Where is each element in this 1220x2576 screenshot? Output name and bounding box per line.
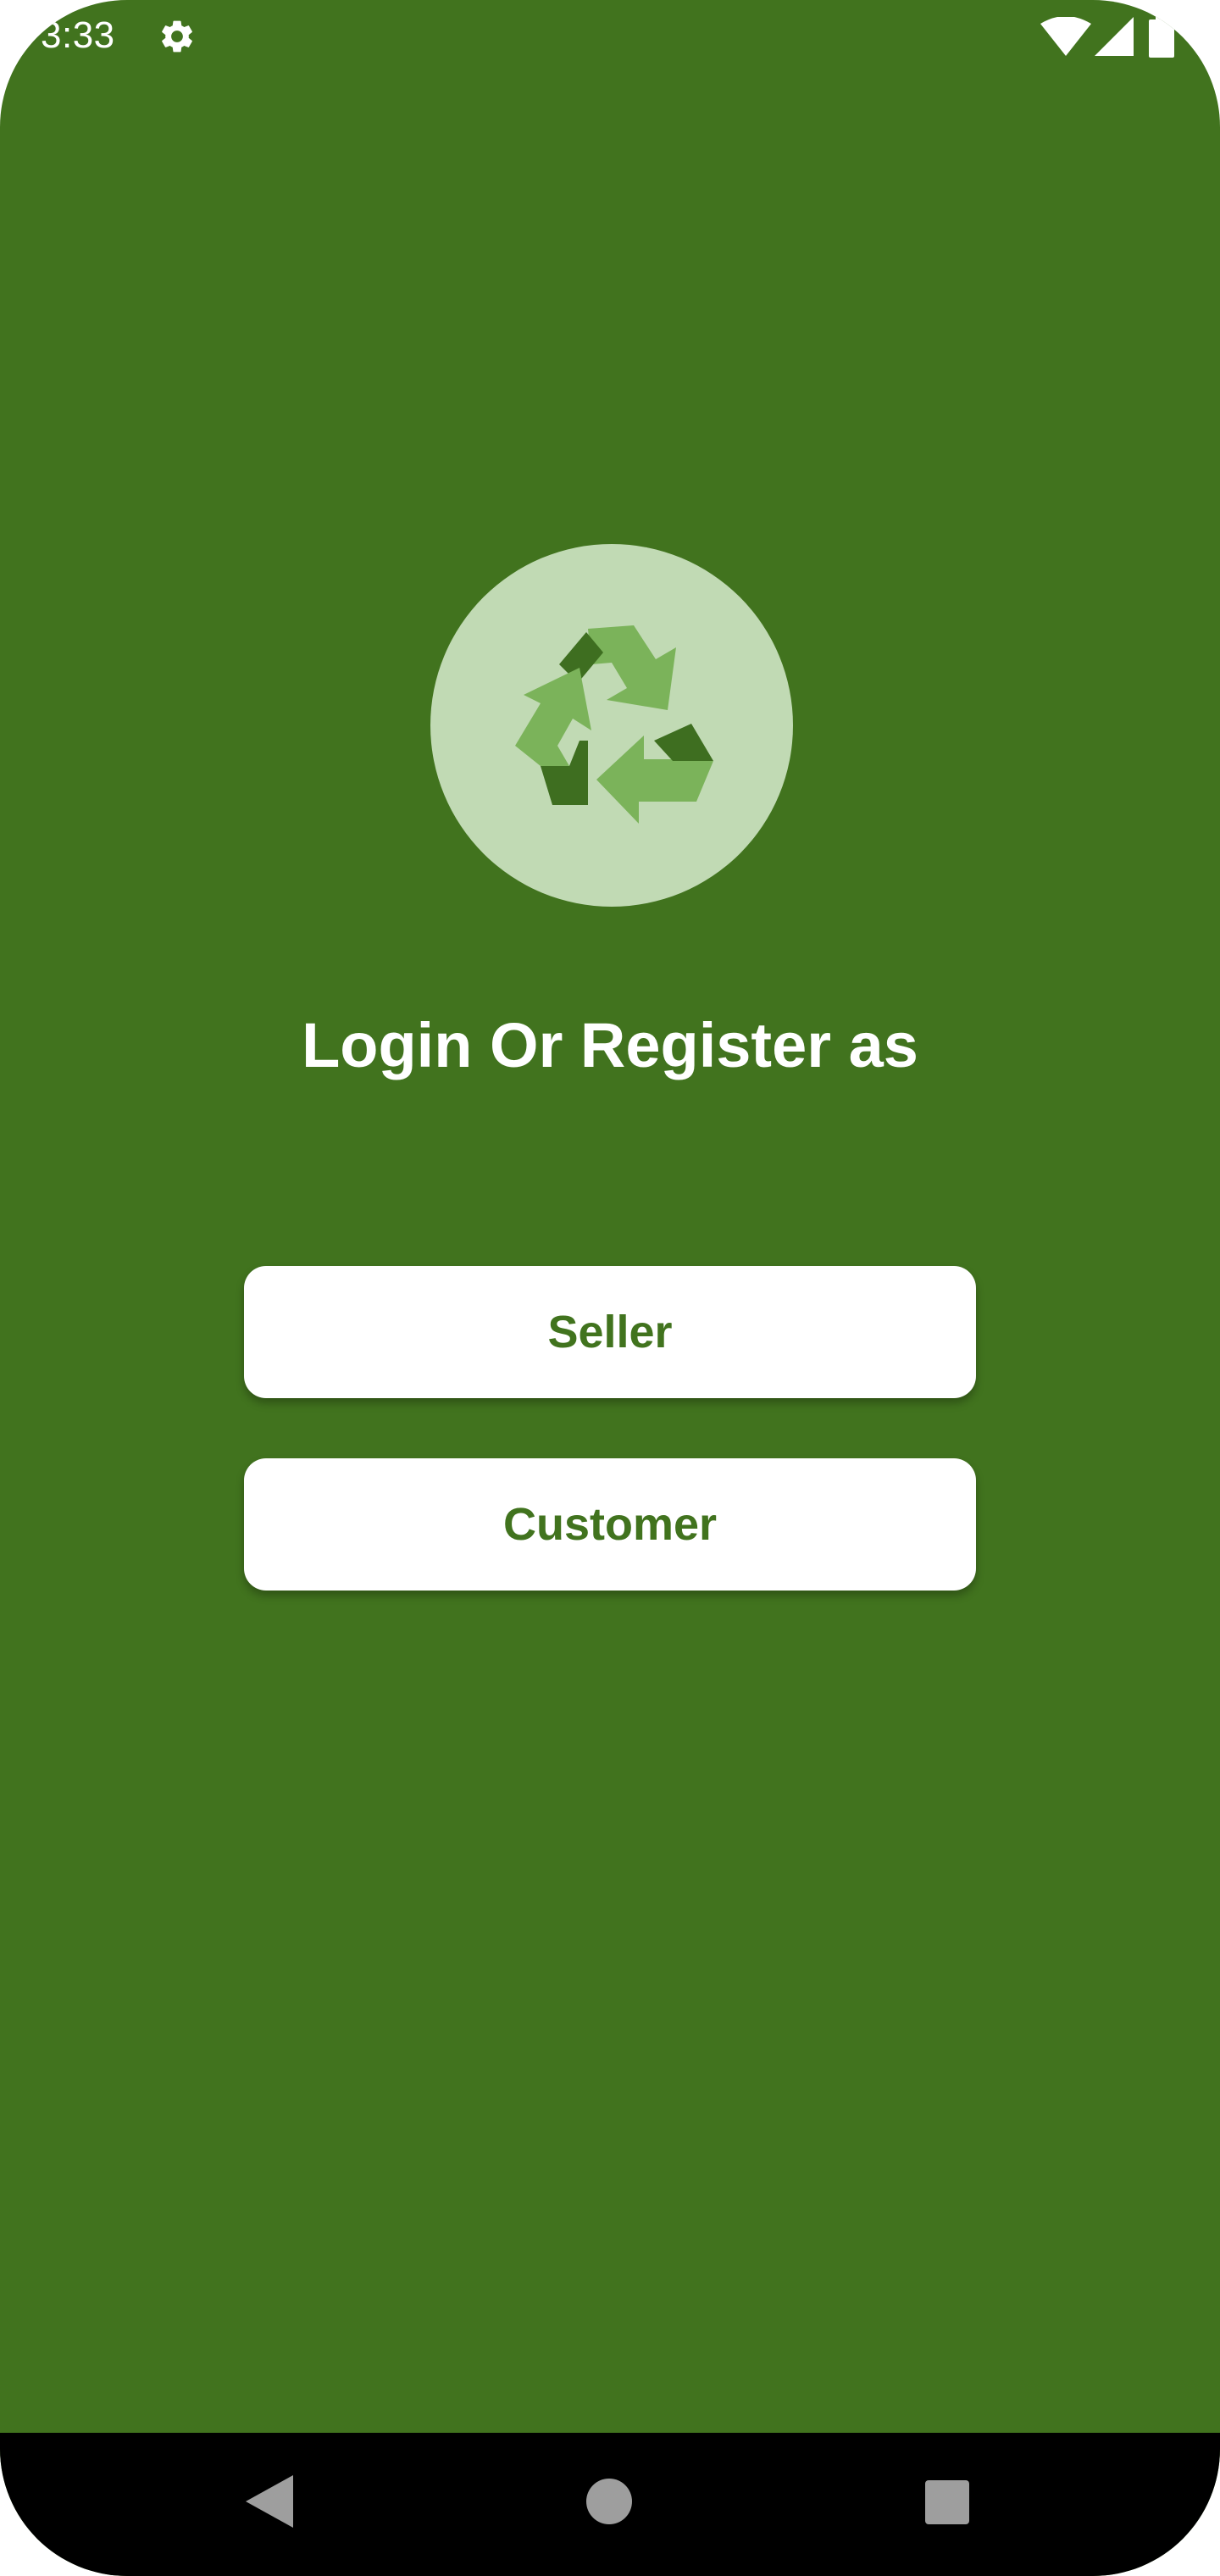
app-screen: 3:33 Login Or Register as Seller Custome… (0, 0, 1220, 2576)
back-icon[interactable] (246, 2475, 293, 2528)
status-bar: 3:33 (0, 0, 1220, 73)
page-title: Login Or Register as (302, 1010, 918, 1080)
gear-icon (162, 20, 192, 53)
recycle-icon (515, 625, 713, 824)
home-icon[interactable] (586, 2479, 632, 2524)
customer-button[interactable]: Customer (244, 1458, 976, 1591)
app-logo (430, 544, 793, 907)
wifi-icon (1040, 17, 1091, 56)
seller-button[interactable]: Seller (244, 1266, 976, 1398)
navigation-bar (0, 2433, 1220, 2576)
battery-icon (1149, 15, 1174, 58)
recents-icon[interactable] (925, 2480, 969, 2524)
status-time: 3:33 (41, 14, 115, 56)
signal-icon (1095, 17, 1134, 56)
